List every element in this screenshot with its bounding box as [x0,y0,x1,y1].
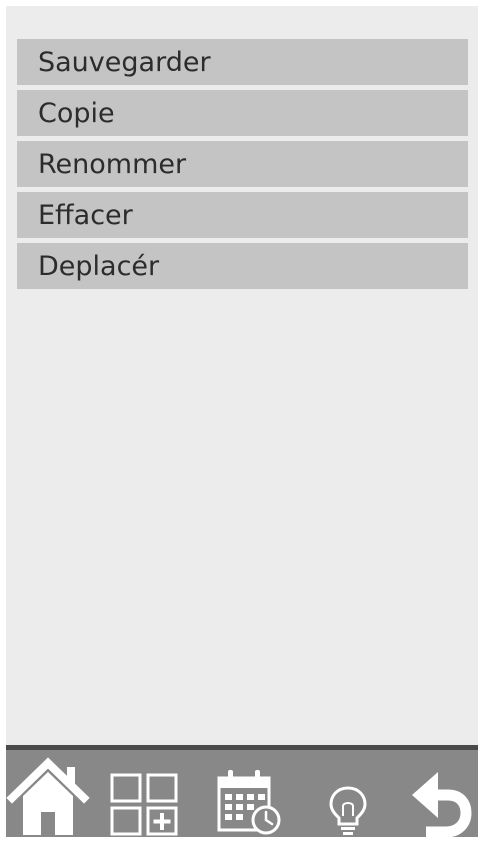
menu-item-delete[interactable]: Effacer [17,192,468,238]
add-grid-icon [110,773,178,836]
home-icon [6,757,90,835]
screen: Sauvegarder Copie Renommer Effacer Depla… [6,6,478,837]
calendar-button[interactable] [211,750,289,837]
action-menu: Sauvegarder Copie Renommer Effacer Depla… [17,39,468,294]
bottom-toolbar [6,750,478,837]
back-button[interactable] [404,750,476,837]
menu-item-save[interactable]: Sauvegarder [17,39,468,85]
calendar-clock-icon [217,770,281,835]
add-grid-button[interactable] [106,750,186,837]
tip-button[interactable] [318,750,378,837]
undo-arrow-icon [412,772,472,837]
lightbulb-icon [329,786,367,835]
menu-item-label: Deplacér [38,250,160,282]
menu-item-move[interactable]: Deplacér [17,243,468,289]
menu-item-rename[interactable]: Renommer [17,141,468,187]
menu-item-label: Renommer [38,148,187,180]
menu-item-label: Copie [38,97,115,129]
menu-item-copy[interactable]: Copie [17,90,468,136]
home-button[interactable] [6,750,92,837]
menu-item-label: Effacer [38,199,133,231]
menu-item-label: Sauvegarder [38,46,211,78]
